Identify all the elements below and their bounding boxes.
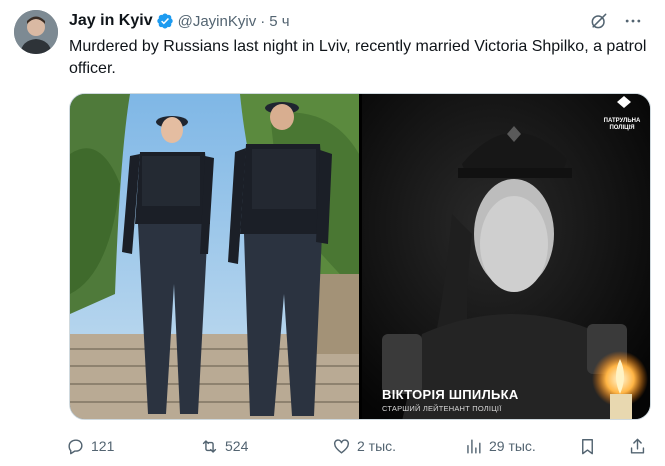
reply-button[interactable]: 121 — [66, 437, 114, 456]
author-handle[interactable]: @JayinKyiv — [178, 13, 257, 30]
header-actions — [589, 11, 643, 31]
memorial-rank-caption: СТАРШИЙ ЛЕЙТЕНАНТ ПОЛІЦІЇ — [382, 404, 502, 413]
patrol-police-logo-text: ПАТРУЛЬНА ПОЛІЦІЯ — [603, 118, 641, 131]
memorial-name-caption: ВІКТОРІЯ ШПИЛЬКА — [382, 387, 519, 402]
tweet-text: Murdered by Russians last night in Lviv,… — [69, 38, 647, 77]
bookmark-icon — [582, 438, 593, 454]
tweet-header: Jay in Kyiv @JayinKyiv · 5 ч — [69, 10, 290, 32]
tweet-media[interactable]: ПАТРУЛЬНА ПОЛІЦІЯ ВІКТОРІЯ ШПИЛЬКА СТАРШ… — [69, 93, 651, 420]
bookmark-button[interactable] — [578, 437, 597, 456]
views-button[interactable]: 29 тыс. — [464, 437, 536, 456]
reply-icon — [68, 438, 83, 454]
separator-dot: · — [260, 12, 266, 30]
share-icon — [630, 438, 645, 454]
tweet-card[interactable]: Jay in Kyiv @JayinKyiv · 5 ч Murdered by — [0, 0, 665, 466]
reply-count: 121 — [91, 438, 115, 454]
photo-officers[interactable] — [70, 94, 359, 419]
like-count: 2 тыс. — [357, 438, 397, 454]
grok-icon[interactable] — [589, 11, 609, 31]
retweet-count: 524 — [225, 438, 249, 454]
views-chart-icon — [467, 438, 481, 454]
retweet-icon — [202, 439, 217, 453]
like-button[interactable]: 2 тыс. — [332, 437, 396, 456]
timestamp[interactable]: 5 ч — [269, 13, 289, 30]
heart-icon — [334, 438, 349, 454]
share-button[interactable] — [628, 437, 647, 456]
avatar[interactable] — [14, 10, 58, 54]
author-name[interactable]: Jay in Kyiv — [69, 12, 153, 30]
views-count: 29 тыс. — [489, 438, 536, 454]
photo-memorial[interactable]: ПАТРУЛЬНА ПОЛІЦІЯ ВІКТОРІЯ ШПИЛЬКА СТАРШ… — [362, 94, 650, 419]
more-options-icon[interactable] — [623, 11, 643, 31]
verified-badge-icon — [156, 12, 174, 30]
retweet-button[interactable]: 524 — [200, 437, 248, 456]
tweet-actions: 121 524 2 тыс. 29 тыс. — [66, 434, 656, 458]
